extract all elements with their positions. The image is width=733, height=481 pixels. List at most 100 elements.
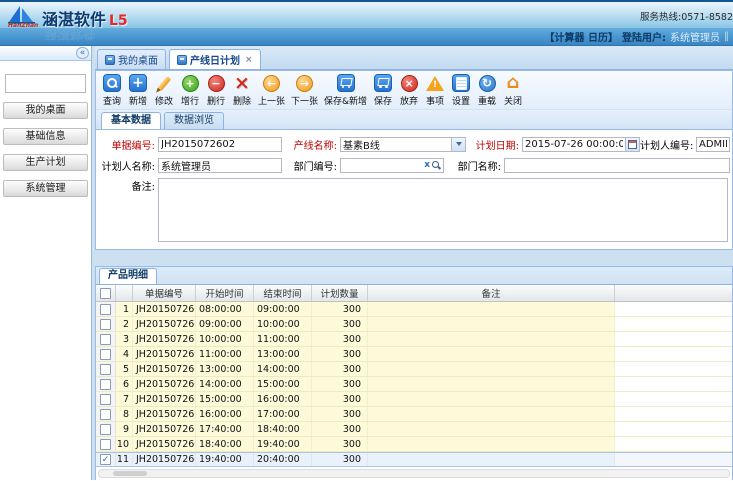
discard-icon: × bbox=[399, 73, 419, 93]
login-user-name: 系统管理员 bbox=[670, 29, 720, 44]
save-new-icon bbox=[336, 73, 356, 93]
row-checkbox[interactable] bbox=[100, 319, 111, 330]
grid-column-header-5[interactable]: 计划数量 bbox=[312, 285, 368, 301]
tab-icon bbox=[177, 55, 187, 65]
dept-no-field[interactable] bbox=[340, 158, 424, 173]
toolbar-delete-button[interactable]: ×删除 bbox=[229, 73, 255, 107]
plan-form-panel: 查询+新增修改+增行−删行×删除←上一张→下一张保存&新增保存×放弃!事项设置↻… bbox=[95, 70, 733, 250]
cell-doc-no: JH2015072602 bbox=[133, 302, 196, 316]
line-name-dropdown-icon[interactable] bbox=[451, 137, 466, 152]
sidebar-header: « bbox=[0, 46, 91, 61]
table-row[interactable]: 8JH201507260216:00:0017:00:00300 bbox=[96, 407, 732, 422]
sidebar-item-base-info[interactable]: 基础信息 bbox=[3, 128, 88, 145]
toolbar-button-label: 设置 bbox=[452, 94, 470, 107]
toolbar-items-button[interactable]: !事项 bbox=[422, 73, 448, 107]
table-row[interactable]: 9JH201507260217:40:0018:40:00300 bbox=[96, 422, 732, 437]
table-row[interactable]: 6JH201507260214:00:0015:00:00300 bbox=[96, 377, 732, 392]
cell-doc-no: JH2015072602 bbox=[133, 362, 196, 376]
toolbar-discard-button[interactable]: ×放弃 bbox=[396, 73, 422, 107]
toolbar-close-button[interactable]: ⌂关闭 bbox=[500, 73, 526, 107]
scrollbar-thumb[interactable] bbox=[113, 471, 147, 476]
remark-field[interactable] bbox=[158, 178, 728, 242]
toolbar-edit-button[interactable]: 修改 bbox=[151, 73, 177, 107]
toolbar-prev-button[interactable]: ←上一张 bbox=[255, 73, 288, 107]
plan-date-field[interactable] bbox=[522, 137, 625, 152]
table-row[interactable]: 3JH201507260210:00:0011:00:00300 bbox=[96, 332, 732, 347]
toolbar-add-row-button[interactable]: +增行 bbox=[177, 73, 203, 107]
table-row[interactable]: 1JH201507260208:00:0009:00:00300 bbox=[96, 302, 732, 317]
planner-no-field[interactable] bbox=[696, 137, 730, 152]
sidebar-collapse-icon[interactable]: « bbox=[76, 47, 89, 59]
line-name-label: 产线名称: bbox=[282, 137, 340, 152]
horizontal-scrollbar[interactable] bbox=[98, 469, 730, 478]
select-all-checkbox[interactable] bbox=[100, 288, 111, 299]
table-row[interactable]: 4JH201507260211:00:0013:00:00300 bbox=[96, 347, 732, 362]
planner-name-field[interactable] bbox=[158, 158, 282, 173]
sidebar-item-my-desktop[interactable]: 我的桌面 bbox=[3, 102, 88, 119]
table-row[interactable]: ✓11JH201507260219:40:0020:40:00300 bbox=[96, 452, 732, 467]
toolbar-save-button[interactable]: 保存 bbox=[370, 73, 396, 107]
cell-remark bbox=[368, 407, 615, 421]
toolbar-button-label: 事项 bbox=[426, 94, 444, 107]
calendar-icon[interactable] bbox=[625, 137, 640, 152]
tab-my-desktop[interactable]: 我的桌面 bbox=[97, 49, 166, 69]
toolbar-next-button[interactable]: →下一张 bbox=[288, 73, 321, 107]
cell-filler bbox=[615, 453, 732, 466]
detail-grid-panel: 产品明细 单据编号开始时间结束时间计划数量备注 1JH201507260208:… bbox=[95, 266, 733, 480]
table-row[interactable]: 7JH201507260215:00:0016:00:00300 bbox=[96, 392, 732, 407]
grid-column-header-3[interactable]: 开始时间 bbox=[196, 285, 254, 301]
sidebar-item-production-plan[interactable]: 生产计划 bbox=[3, 154, 88, 171]
line-name-field[interactable] bbox=[340, 137, 451, 152]
grid-column-header-2[interactable]: 单据编号 bbox=[133, 285, 196, 301]
toolbar-reload-button[interactable]: ↻重载 bbox=[474, 73, 500, 107]
cell-start-time: 10:00:00 bbox=[196, 332, 254, 346]
new-icon: + bbox=[128, 73, 148, 93]
row-checkbox[interactable] bbox=[100, 424, 111, 435]
toolbar-button-label: 上一张 bbox=[258, 94, 285, 107]
cell-filler bbox=[615, 407, 732, 421]
cell-end-time: 15:00:00 bbox=[254, 377, 312, 391]
dept-name-field[interactable] bbox=[504, 158, 730, 173]
cell-end-time: 11:00:00 bbox=[254, 332, 312, 346]
table-row[interactable]: 5JH201507260213:00:0014:00:00300 bbox=[96, 362, 732, 377]
search-icon[interactable] bbox=[432, 161, 441, 170]
cell-doc-no: JH2015072602 bbox=[133, 332, 196, 346]
toolbar-search-button[interactable]: 查询 bbox=[99, 73, 125, 107]
sidebar-item-system-manage[interactable]: 系统管理 bbox=[3, 180, 88, 197]
line-name-combo bbox=[340, 137, 466, 152]
cell-plan-qty: 300 bbox=[312, 407, 368, 421]
table-row[interactable]: 10JH201507260218:40:0019:40:00300 bbox=[96, 437, 732, 452]
row-checkbox[interactable] bbox=[100, 349, 111, 360]
close-tab-icon[interactable]: × bbox=[245, 55, 253, 65]
row-checkbox[interactable]: ✓ bbox=[100, 454, 111, 465]
tab-product-detail[interactable]: 产品明细 bbox=[99, 268, 157, 284]
tab-label: 我的桌面 bbox=[118, 52, 158, 67]
doc-no-field[interactable] bbox=[158, 137, 282, 152]
subtab-data-browse[interactable]: 数据浏览 bbox=[164, 112, 224, 129]
clear-icon[interactable]: x bbox=[424, 160, 430, 170]
toolbar-save-new-button[interactable]: 保存&新增 bbox=[321, 73, 370, 107]
row-checkbox[interactable] bbox=[100, 409, 111, 420]
row-checkbox[interactable] bbox=[100, 304, 111, 315]
row-checkbox[interactable] bbox=[100, 379, 111, 390]
row-checkbox[interactable] bbox=[100, 334, 111, 345]
remark-label: 备注: bbox=[98, 178, 158, 193]
row-checkbox[interactable] bbox=[100, 439, 111, 450]
cell-plan-qty: 300 bbox=[312, 347, 368, 361]
grid-column-header-6[interactable]: 备注 bbox=[368, 285, 615, 301]
toolbar-button-label: 删除 bbox=[233, 94, 251, 107]
cell-row-number: 1 bbox=[116, 302, 133, 316]
subtab-basic-data[interactable]: 基本数据 bbox=[101, 112, 161, 129]
grid-header: 单据编号开始时间结束时间计划数量备注 bbox=[96, 285, 732, 302]
row-checkbox[interactable] bbox=[100, 394, 111, 405]
row-checkbox[interactable] bbox=[100, 364, 111, 375]
grid-column-header-4[interactable]: 结束时间 bbox=[254, 285, 312, 301]
toolbar-remove-row-button[interactable]: −删行 bbox=[203, 73, 229, 107]
quick-links[interactable]: 【计算器 日历】 bbox=[545, 29, 618, 44]
tab-line-day-plan[interactable]: 产线日计划× bbox=[169, 49, 261, 69]
cell-row-number: 5 bbox=[116, 362, 133, 376]
cell-start-time: 18:40:00 bbox=[196, 437, 254, 451]
toolbar-new-button[interactable]: +新增 bbox=[125, 73, 151, 107]
table-row[interactable]: 2JH201507260209:00:0010:00:00300 bbox=[96, 317, 732, 332]
toolbar-settings-button[interactable]: 设置 bbox=[448, 73, 474, 107]
